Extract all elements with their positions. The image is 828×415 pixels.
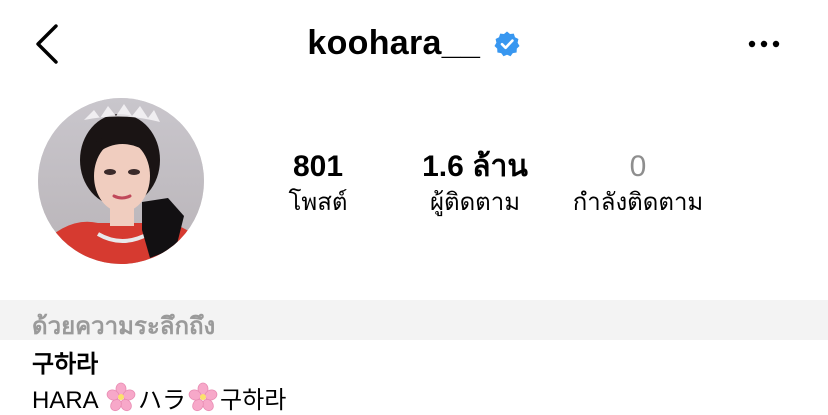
top-bar: koohara__ [0, 0, 828, 88]
bio-text-part: HARA [32, 387, 105, 414]
posts-number: 801 [292, 150, 344, 183]
bio-text: HARA ハラ 구하라 [32, 380, 286, 415]
following-label: กำลังติดตาม [572, 189, 704, 216]
bio-text-part: ハラ [138, 387, 187, 414]
verified-badge-icon [494, 31, 520, 56]
title-area: koohara__ [0, 24, 828, 68]
memorial-label: ด้วยความระลึกถึง [32, 313, 216, 340]
profile-username: koohara__ [307, 24, 481, 62]
bio-name: 구하라 [32, 351, 99, 378]
cherry-blossom-icon [188, 382, 218, 412]
following-number: 0 [629, 150, 647, 183]
posts-count[interactable]: 801 โพสต์ [268, 150, 368, 218]
cherry-blossom-icon [106, 382, 136, 412]
profile-avatar[interactable] [38, 98, 204, 264]
profile-photo [38, 98, 204, 264]
memorial-banner: ด้วยความระลึกถึง [0, 300, 828, 340]
followers-label: ผู้ติดตาม [429, 189, 521, 216]
more-horizontal-icon [748, 40, 780, 48]
more-options-button[interactable] [744, 32, 784, 56]
followers-number: 1.6 ล้าน [422, 150, 528, 183]
posts-label: โพสต์ [288, 189, 348, 216]
bio-text-part: 구하라 [220, 387, 287, 414]
followers-count[interactable]: 1.6 ล้าน ผู้ติดตาม [400, 150, 550, 218]
following-count[interactable]: 0 กำลังติดตาม [556, 150, 720, 218]
